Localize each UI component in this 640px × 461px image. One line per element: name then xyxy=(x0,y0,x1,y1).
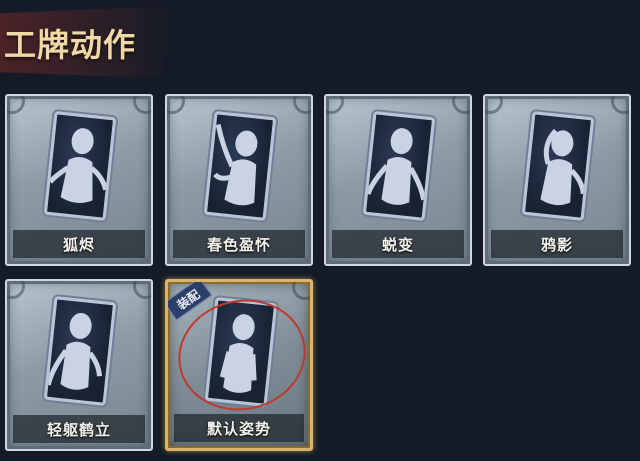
pose-portrait xyxy=(362,111,436,221)
pose-fox-icon xyxy=(48,128,109,203)
pose-portrait xyxy=(521,111,595,221)
card-label: 默认姿势 xyxy=(206,419,271,438)
pose-molt-icon xyxy=(366,128,427,205)
card-label-bar: 春色盈怀 xyxy=(173,230,305,258)
card-label: 狐烬 xyxy=(62,235,95,254)
pose-card-2[interactable]: 春色盈怀 xyxy=(165,94,313,266)
card-label-bar: 鸦影 xyxy=(491,230,623,258)
card-label-bar: 狐烬 xyxy=(13,230,145,258)
pose-card-5[interactable]: 轻躯鹤立 xyxy=(5,279,153,451)
card-label-bar: 蜕变 xyxy=(332,230,464,258)
pose-portrait xyxy=(43,296,117,406)
pose-crane-icon xyxy=(47,312,102,390)
pose-card-4[interactable]: 鸦影 xyxy=(483,94,631,266)
ornament-corner xyxy=(611,96,629,114)
ornament-corner xyxy=(167,96,185,114)
ornament-corner xyxy=(485,96,503,114)
pose-portrait xyxy=(43,111,117,221)
card-label: 春色盈怀 xyxy=(206,235,271,254)
pose-card-grid: 狐烬 春色盈怀 蜕变 鸦影 轻躯鹤立 装配 默认姿势 xyxy=(0,0,640,461)
ornament-corner xyxy=(133,96,151,114)
ornament-corner xyxy=(133,281,151,299)
pose-spring-icon xyxy=(213,124,258,206)
card-label: 轻躯鹤立 xyxy=(46,420,111,439)
ornament-corner xyxy=(292,282,310,300)
card-label: 蜕变 xyxy=(381,235,414,254)
ornament-corner xyxy=(452,96,470,114)
card-label: 鸦影 xyxy=(540,235,573,254)
ornament-corner xyxy=(7,96,25,114)
ornament-corner xyxy=(7,281,25,299)
ornament-corner xyxy=(293,96,311,114)
card-label-bar: 默认姿势 xyxy=(174,414,304,442)
pose-card-1[interactable]: 狐烬 xyxy=(5,94,153,266)
pose-portrait xyxy=(203,111,277,221)
pose-card-3[interactable]: 蜕变 xyxy=(324,94,472,266)
pose-card-6[interactable]: 装配 默认姿势 xyxy=(165,279,313,451)
pose-crow-icon xyxy=(540,128,586,206)
card-label-bar: 轻躯鹤立 xyxy=(13,415,145,443)
ornament-corner xyxy=(326,96,344,114)
